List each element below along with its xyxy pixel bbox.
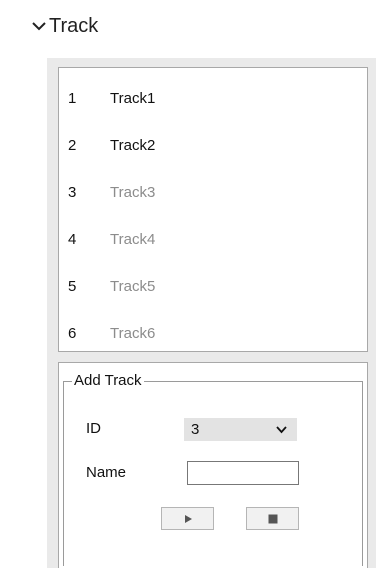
add-track-legend: Add Track (72, 371, 144, 391)
chevron-down-icon (276, 426, 287, 434)
play-button[interactable] (161, 507, 214, 530)
track-name: Track4 (110, 231, 156, 248)
name-input[interactable] (187, 461, 299, 485)
add-track-box: Add Track ID 3 Name (58, 362, 368, 568)
track-row[interactable]: 3 Track3 (59, 178, 367, 208)
track-row[interactable]: 4 Track4 (59, 225, 367, 255)
track-row[interactable]: 1 Track1 (59, 84, 367, 114)
track-name: Track2 (110, 137, 156, 154)
play-icon (184, 514, 192, 523)
track-id: 4 (68, 231, 77, 248)
track-id: 1 (68, 90, 77, 107)
name-label: Name (86, 464, 127, 481)
track-id: 6 (68, 325, 77, 342)
stop-button[interactable] (246, 507, 299, 530)
track-row[interactable]: 6 Track6 (59, 319, 367, 349)
chevron-down-icon[interactable] (31, 20, 47, 32)
track-name: Track3 (110, 184, 156, 201)
track-row[interactable]: 2 Track2 (59, 131, 367, 161)
track-id: 2 (68, 137, 77, 154)
track-id: 5 (68, 278, 77, 295)
id-label: ID (86, 420, 101, 437)
section-title: Track (49, 15, 99, 37)
track-id: 3 (68, 184, 77, 201)
track-name: Track5 (110, 278, 156, 295)
track-name: Track6 (110, 325, 156, 342)
track-row[interactable]: 5 Track5 (59, 272, 367, 302)
track-name: Track1 (110, 90, 156, 107)
section-header[interactable]: Track (0, 0, 376, 58)
track-list: 1 Track1 2 Track2 3 Track3 4 Track4 5 Tr… (58, 67, 368, 352)
id-select-value: 3 (191, 421, 200, 438)
stop-icon (268, 514, 277, 523)
id-select[interactable]: 3 (184, 418, 297, 441)
